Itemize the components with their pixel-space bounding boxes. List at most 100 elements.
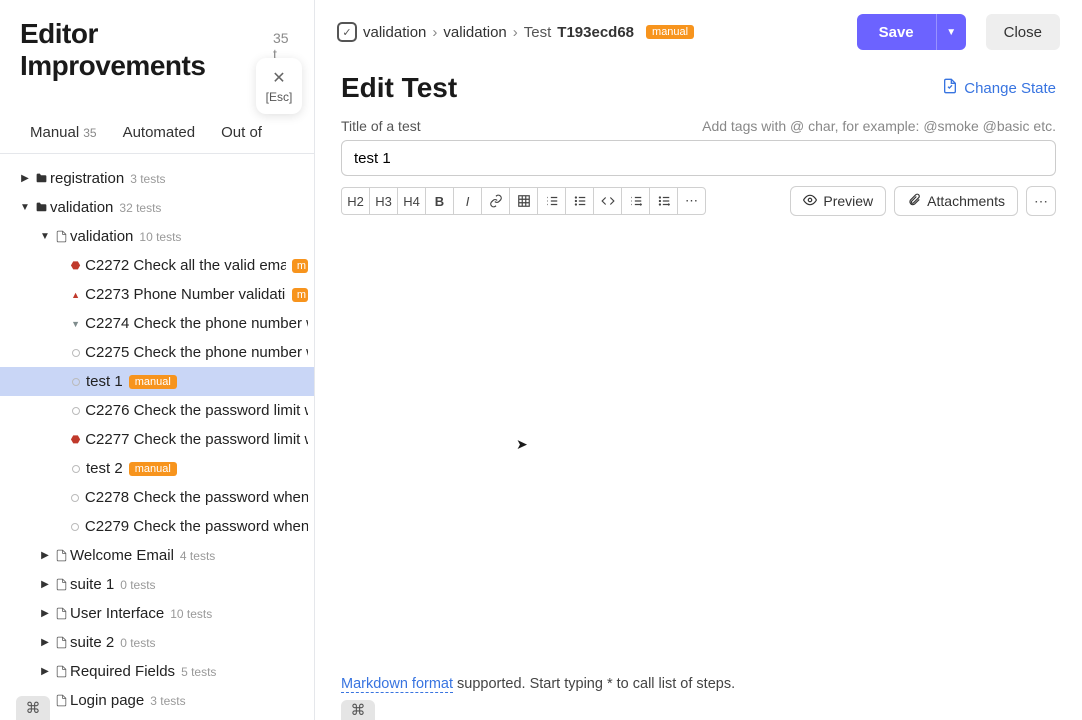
tree-count: 32 tests (119, 201, 161, 215)
chevron-icon[interactable]: ▶ (38, 637, 52, 648)
tree-folder-row[interactable]: ▼ validation 32 tests (0, 193, 314, 222)
test-row[interactable]: ▼C2274 Check the phone number wh (0, 309, 314, 338)
chevron-icon[interactable]: ▼ (18, 202, 32, 213)
tree-count: 5 tests (181, 665, 216, 679)
tree-label: registration (50, 170, 124, 187)
toolbar-more[interactable]: ⋯ (677, 187, 706, 215)
tree-folder-row[interactable]: ▶ User Interface10 tests (0, 599, 314, 628)
command-button[interactable]: ⌘ (16, 696, 50, 720)
test-label: test 2 (86, 460, 123, 477)
toolbar-b[interactable]: B (425, 187, 454, 215)
breadcrumb: ✓ validation › validation › Test T193ecd… (337, 22, 847, 42)
test-row[interactable]: ▲C2273 Phone Number validationm (0, 280, 314, 309)
priority-icon (70, 407, 81, 415)
title-field-labels: Title of a test Add tags with @ char, fo… (315, 112, 1082, 138)
tree-label: validation (70, 228, 133, 245)
test-row[interactable]: C2275 Check the phone number wh (0, 338, 314, 367)
save-dropdown[interactable]: ▼ (936, 14, 966, 50)
file-icon (52, 229, 70, 244)
folder-icon (32, 201, 50, 214)
cursor-icon: ➤ (516, 436, 528, 453)
editor-header: ✓ validation › validation › Test T193ecd… (315, 0, 1082, 64)
toolbar-h3[interactable]: H3 (369, 187, 398, 215)
tree-folder-row[interactable]: ▶ Required Fields5 tests (0, 657, 314, 686)
breadcrumb-item[interactable]: validation (443, 24, 506, 41)
tree-folder-row[interactable]: ▶ Welcome Email4 tests (0, 541, 314, 570)
more-button[interactable]: ⋯ (1026, 186, 1056, 216)
chevron-icon[interactable]: ▼ (38, 231, 52, 242)
tree-label: Login page (70, 692, 144, 709)
save-button[interactable]: Save (857, 14, 936, 50)
preview-label: Preview (823, 193, 873, 209)
toolbar-h4[interactable]: H4 (397, 187, 426, 215)
priority-icon: ⬣ (70, 259, 81, 272)
command-button-right[interactable]: ⌘ (341, 700, 375, 720)
tab-outof[interactable]: Out of (221, 124, 262, 153)
toolbar-link[interactable] (481, 187, 510, 215)
manual-badge: manual (129, 462, 177, 476)
toolbar-table[interactable] (509, 187, 538, 215)
chevron-icon[interactable]: ▶ (38, 608, 52, 619)
eye-icon (803, 193, 817, 210)
chevron-icon[interactable]: ▶ (38, 579, 52, 590)
toolbar-ol-plus[interactable] (621, 187, 650, 215)
chevron-icon[interactable]: ▶ (38, 666, 52, 677)
priority-icon (70, 349, 81, 357)
toolbar-ul-plus[interactable] (649, 187, 678, 215)
editor-textarea[interactable]: ➤ (341, 226, 1056, 676)
tab-automated[interactable]: Automated (123, 124, 196, 153)
project-title: Editor Improvements (20, 18, 263, 82)
markdown-link[interactable]: Markdown format (341, 676, 453, 693)
preview-button[interactable]: Preview (790, 186, 886, 216)
tree-folder-row[interactable]: ▼ validation10 tests (0, 222, 314, 251)
esc-chip[interactable]: ✕ [Esc] (256, 58, 302, 114)
breadcrumb-test-prefix: Test (524, 24, 552, 41)
attachments-button[interactable]: Attachments (894, 186, 1018, 216)
footer-rest: supported. Start typing * to call list o… (453, 676, 735, 692)
toolbar-code[interactable] (593, 187, 622, 215)
title-input[interactable] (341, 140, 1056, 176)
toolbar-h2[interactable]: H2 (341, 187, 370, 215)
test-row[interactable]: C2279 Check the password when pa (0, 512, 314, 541)
footer-hint: Markdown format supported. Start typing … (315, 676, 1082, 692)
test-row[interactable]: C2278 Check the password when pa (0, 483, 314, 512)
tree-label: validation (50, 199, 113, 216)
test-label: C2276 Check the password limit wh (85, 402, 308, 419)
toolbar-ul[interactable] (565, 187, 594, 215)
attachments-label: Attachments (927, 193, 1005, 209)
tab-manual[interactable]: Manual 35 (30, 124, 97, 153)
priority-icon: ▲ (70, 290, 81, 300)
toolbar-i[interactable]: I (453, 187, 482, 215)
chevron-icon[interactable]: ▶ (38, 550, 52, 561)
breadcrumb-test-id: T193ecd68 (557, 24, 634, 41)
breadcrumb-item[interactable]: validation (363, 24, 426, 41)
tree-label: suite 2 (70, 634, 114, 651)
change-state-link[interactable]: Change State (942, 78, 1056, 98)
tree-folder-row[interactable]: ▶ suite 10 tests (0, 570, 314, 599)
test-row[interactable]: ⬣C2277 Check the password limit wh (0, 425, 314, 454)
file-icon (52, 606, 70, 621)
manual-badge: manual (129, 375, 177, 389)
tab-label: Manual (30, 124, 79, 141)
tree-label: Welcome Email (70, 547, 174, 564)
test-row[interactable]: C2276 Check the password limit wh (0, 396, 314, 425)
tree-count: 10 tests (170, 607, 212, 621)
change-state-label: Change State (964, 80, 1056, 97)
test-label: C2274 Check the phone number wh (85, 315, 308, 332)
tags-hint: Add tags with @ char, for example: @smok… (702, 118, 1056, 134)
test-row[interactable]: test 2 manual (0, 454, 314, 483)
toolbar-ol[interactable] (537, 187, 566, 215)
breadcrumb-sep: › (513, 24, 518, 41)
close-button[interactable]: Close (986, 14, 1060, 50)
manual-badge: m (292, 288, 308, 302)
tree-folder-row[interactable]: ▶ registration3 tests (0, 164, 314, 193)
test-row[interactable]: test 1manual (0, 367, 314, 396)
tree-folder-row[interactable]: ▶ suite 20 tests (0, 628, 314, 657)
test-row[interactable]: ⬣C2272 Check all the valid emailsm (0, 251, 314, 280)
file-icon (52, 548, 70, 563)
tab-label: Out of (221, 124, 262, 141)
chevron-icon[interactable]: ▶ (18, 173, 32, 184)
priority-icon (70, 523, 81, 531)
title-input-wrap (341, 140, 1056, 176)
toolbar-right: Preview Attachments ⋯ (790, 186, 1056, 216)
